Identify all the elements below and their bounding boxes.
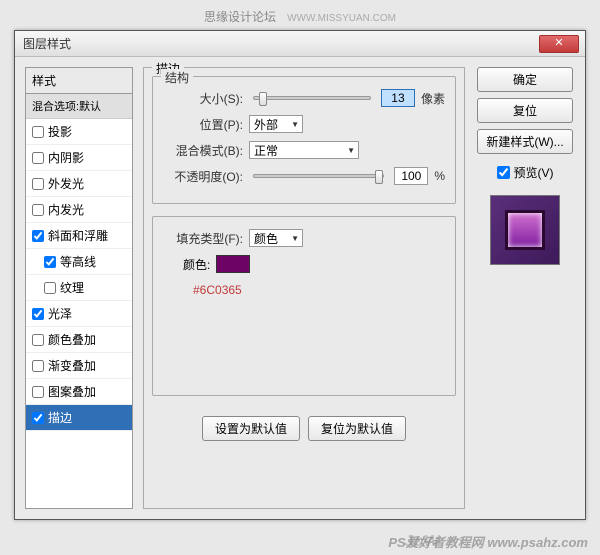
style-item-label: 外发光 <box>48 175 84 192</box>
style-checkbox[interactable] <box>44 256 56 268</box>
position-row: 位置(P): 外部 <box>163 115 445 133</box>
color-swatch[interactable] <box>216 255 250 273</box>
size-row: 大小(S): 像素 <box>163 89 445 107</box>
opacity-unit: % <box>434 169 445 183</box>
style-item[interactable]: 等高线 <box>26 249 132 275</box>
top-banner: 思缘设计论坛 WWW.MISSYUAN.COM <box>0 0 600 29</box>
preview-inner <box>505 210 545 250</box>
blendmode-label: 混合模式(B): <box>163 142 243 159</box>
opacity-row: 不透明度(O): % <box>163 167 445 185</box>
actions-panel: 确定 复位 新建样式(W)... 预览(V) <box>475 67 575 509</box>
style-item-label: 描边 <box>48 409 72 426</box>
blendmode-dropdown[interactable]: 正常 <box>249 141 359 159</box>
site-url: WWW.MISSYUAN.COM <box>287 13 396 24</box>
style-item[interactable]: 纹理 <box>26 275 132 301</box>
style-item-label: 内阴影 <box>48 149 84 166</box>
structure-legend: 结构 <box>161 69 193 86</box>
size-slider[interactable] <box>253 96 371 100</box>
new-style-button[interactable]: 新建样式(W)... <box>477 129 573 154</box>
style-checkbox[interactable] <box>32 230 44 242</box>
styles-panel: 样式 混合选项:默认 投影内阴影外发光内发光斜面和浮雕等高线纹理光泽颜色叠加渐变… <box>25 67 133 509</box>
preview-checkbox[interactable] <box>497 166 510 179</box>
style-list: 投影内阴影外发光内发光斜面和浮雕等高线纹理光泽颜色叠加渐变叠加图案叠加描边 <box>26 119 132 431</box>
color-hex: #6C0365 <box>193 283 445 297</box>
size-slider-thumb[interactable] <box>259 92 267 106</box>
blendmode-row: 混合模式(B): 正常 <box>163 141 445 159</box>
style-item-label: 等高线 <box>60 253 96 270</box>
ok-button[interactable]: 确定 <box>477 67 573 92</box>
opacity-label: 不透明度(O): <box>163 168 243 185</box>
filltype-row: 填充类型(F): 颜色 <box>163 229 445 247</box>
preview-thumbnail <box>490 195 560 265</box>
style-checkbox[interactable] <box>32 386 44 398</box>
preview-label: 预览(V) <box>514 164 554 181</box>
position-label: 位置(P): <box>163 116 243 133</box>
style-checkbox[interactable] <box>32 152 44 164</box>
opacity-slider-thumb[interactable] <box>375 170 383 184</box>
style-item[interactable]: 光泽 <box>26 301 132 327</box>
style-item-label: 光泽 <box>48 305 72 322</box>
titlebar[interactable]: 图层样式 ✕ <box>15 31 585 57</box>
default-buttons-row: 设置为默认值 复位为默认值 <box>152 416 456 441</box>
style-item[interactable]: 描边 <box>26 405 132 431</box>
style-item[interactable]: 内阴影 <box>26 145 132 171</box>
settings-panel: 描边 结构 大小(S): 像素 位置(P): 外部 混合模式(B): <box>143 67 465 509</box>
style-checkbox[interactable] <box>32 126 44 138</box>
size-unit: 像素 <box>421 90 445 107</box>
reset-default-button[interactable]: 复位为默认值 <box>308 416 406 441</box>
watermark-psahz: PS爱好者教程网 www.psahz.com <box>388 532 588 551</box>
opacity-slider[interactable] <box>253 174 384 178</box>
stroke-group: 描边 结构 大小(S): 像素 位置(P): 外部 混合模式(B): <box>143 67 465 509</box>
preview-checkbox-row[interactable]: 预览(V) <box>497 164 554 181</box>
fill-fieldset: 填充类型(F): 颜色 颜色: #6C0365 <box>152 216 456 396</box>
set-default-button[interactable]: 设置为默认值 <box>202 416 300 441</box>
blend-options-header[interactable]: 混合选项:默认 <box>26 94 132 119</box>
style-item[interactable]: 投影 <box>26 119 132 145</box>
style-checkbox[interactable] <box>32 360 44 372</box>
structure-fieldset: 结构 大小(S): 像素 位置(P): 外部 混合模式(B): 正常 <box>152 76 456 204</box>
styles-header[interactable]: 样式 <box>26 68 132 94</box>
style-item-label: 渐变叠加 <box>48 357 96 374</box>
style-item[interactable]: 渐变叠加 <box>26 353 132 379</box>
color-row: 颜色: <box>163 255 445 273</box>
site-name: 思缘设计论坛 <box>204 10 276 24</box>
style-item[interactable]: 外发光 <box>26 171 132 197</box>
dialog-title: 图层样式 <box>23 35 539 52</box>
size-input[interactable] <box>381 89 415 107</box>
layer-style-dialog: 图层样式 ✕ 样式 混合选项:默认 投影内阴影外发光内发光斜面和浮雕等高线纹理光… <box>14 30 586 520</box>
style-checkbox[interactable] <box>32 334 44 346</box>
style-item[interactable]: 内发光 <box>26 197 132 223</box>
style-item[interactable]: 斜面和浮雕 <box>26 223 132 249</box>
style-item-label: 斜面和浮雕 <box>48 227 108 244</box>
style-item-label: 投影 <box>48 123 72 140</box>
style-item-label: 内发光 <box>48 201 84 218</box>
style-checkbox[interactable] <box>44 282 56 294</box>
close-button[interactable]: ✕ <box>539 35 579 53</box>
filltype-label: 填充类型(F): <box>163 230 243 247</box>
filltype-dropdown[interactable]: 颜色 <box>249 229 303 247</box>
style-item[interactable]: 颜色叠加 <box>26 327 132 353</box>
style-checkbox[interactable] <box>32 412 44 424</box>
style-item[interactable]: 图案叠加 <box>26 379 132 405</box>
opacity-input[interactable] <box>394 167 428 185</box>
style-item-label: 颜色叠加 <box>48 331 96 348</box>
style-checkbox[interactable] <box>32 178 44 190</box>
style-item-label: 纹理 <box>60 279 84 296</box>
cancel-button[interactable]: 复位 <box>477 98 573 123</box>
position-dropdown[interactable]: 外部 <box>249 115 303 133</box>
style-checkbox[interactable] <box>32 308 44 320</box>
style-checkbox[interactable] <box>32 204 44 216</box>
size-label: 大小(S): <box>163 90 243 107</box>
style-item-label: 图案叠加 <box>48 383 96 400</box>
dialog-body: 样式 混合选项:默认 投影内阴影外发光内发光斜面和浮雕等高线纹理光泽颜色叠加渐变… <box>15 57 585 519</box>
color-label: 颜色: <box>183 256 210 273</box>
